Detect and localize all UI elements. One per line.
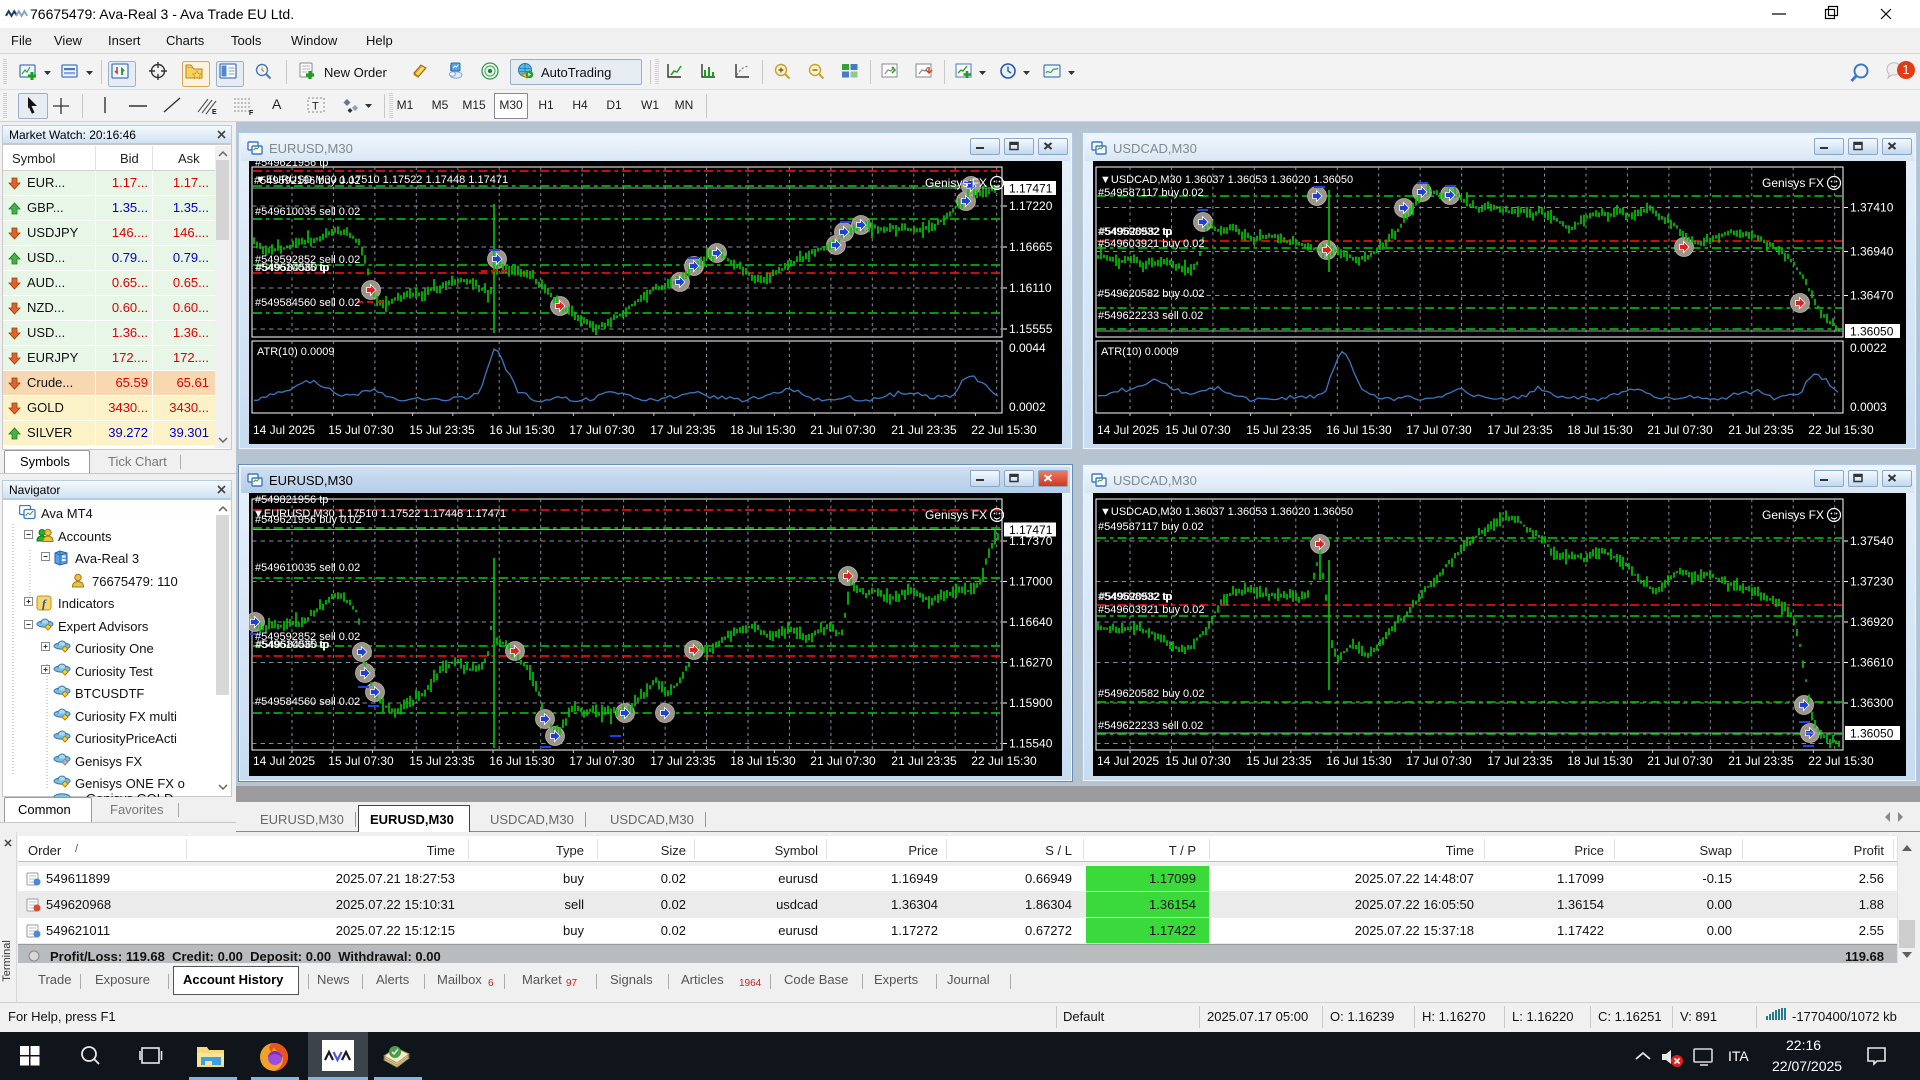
svg-text:15 Jul 23:35: 15 Jul 23:35 — [1246, 754, 1312, 768]
svg-text:15 Jul 07:30: 15 Jul 07:30 — [1165, 754, 1231, 768]
svg-text:▼USDCAD,M30 1.36037 1.36053 1: ▼USDCAD,M30 1.36037 1.36053 1.36020 1.36… — [1100, 506, 1353, 518]
svg-text:1.36610: 1.36610 — [1850, 656, 1894, 670]
svg-text:1.36300: 1.36300 — [1850, 696, 1894, 710]
svg-text:1.36050: 1.36050 — [1850, 727, 1894, 741]
svg-text:16 Jul 15:30: 16 Jul 15:30 — [1326, 754, 1392, 768]
svg-text:17 Jul 07:30: 17 Jul 07:30 — [1406, 754, 1472, 768]
svg-text:22 Jul 15:30: 22 Jul 15:30 — [1808, 754, 1874, 768]
svg-text:#549587117 buy 0.02: #549587117 buy 0.02 — [1098, 521, 1204, 533]
svg-text:21 Jul 23:35: 21 Jul 23:35 — [1728, 754, 1794, 768]
svg-text:#549603921 buy 0.02: #549603921 buy 0.02 — [1098, 604, 1204, 616]
svg-text:Genisys FX: Genisys FX — [1762, 508, 1824, 522]
svg-text:#549620582 buy 0.02: #549620582 buy 0.02 — [1098, 688, 1204, 700]
svg-text:1.37540: 1.37540 — [1850, 534, 1894, 548]
svg-text:#549622233 sell 0.02: #549622233 sell 0.02 — [1098, 720, 1203, 732]
svg-text:#549620582 tp: #549620582 tp — [1099, 591, 1172, 603]
svg-text:1.37230: 1.37230 — [1850, 575, 1894, 589]
svg-text:21 Jul 07:30: 21 Jul 07:30 — [1647, 754, 1713, 768]
svg-text:18 Jul 15:30: 18 Jul 15:30 — [1567, 754, 1633, 768]
svg-text:1.36920: 1.36920 — [1850, 615, 1894, 629]
svg-text:14 Jul 2025: 14 Jul 2025 — [1097, 754, 1159, 768]
svg-text:17 Jul 23:35: 17 Jul 23:35 — [1487, 754, 1553, 768]
